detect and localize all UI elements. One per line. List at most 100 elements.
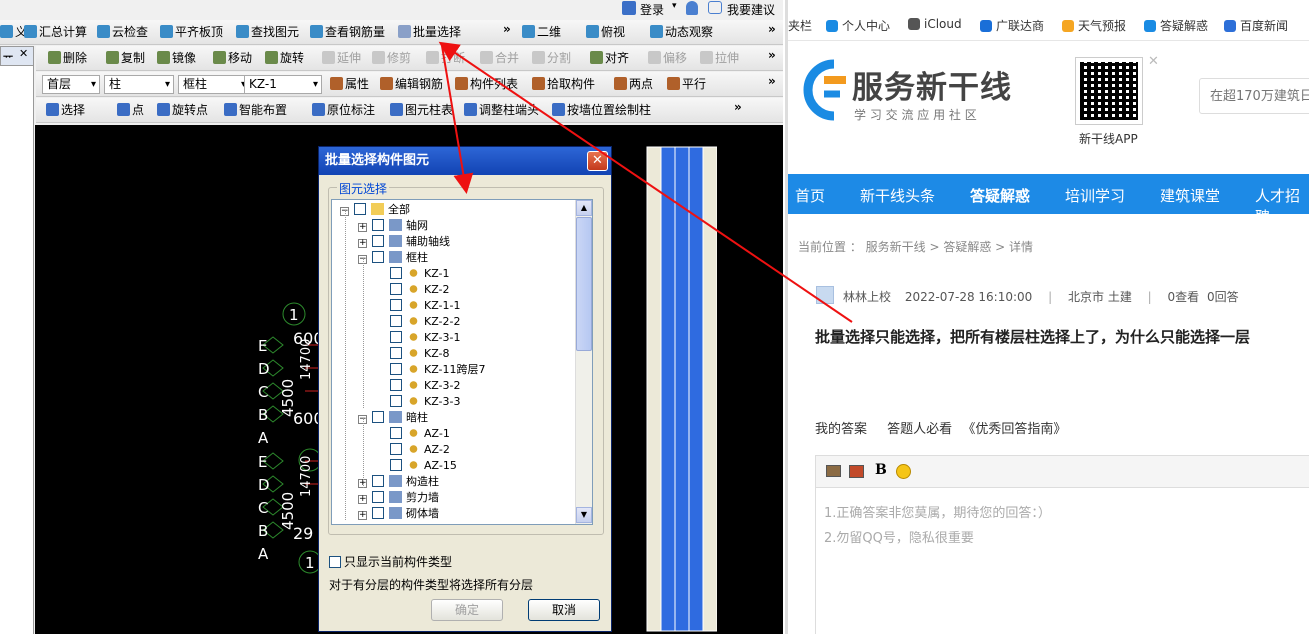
close-icon[interactable]: ✕ bbox=[1148, 54, 1159, 69]
overflow-chevron-icon[interactable]: » bbox=[768, 74, 776, 88]
tree-checkbox[interactable] bbox=[390, 299, 402, 311]
draw-button-4[interactable]: 原位标注 bbox=[312, 102, 375, 119]
dialog-close-button[interactable]: ✕ bbox=[587, 151, 608, 171]
edit-button-6[interactable]: 修剪 bbox=[372, 50, 411, 67]
app-label[interactable]: 新干线APP bbox=[1079, 130, 1138, 147]
tree-checkbox[interactable] bbox=[372, 507, 384, 519]
tree-item[interactable]: + 轴网 bbox=[358, 218, 428, 234]
bookmark-item[interactable]: 个人中心 bbox=[826, 17, 890, 34]
tree-item[interactable]: + 构造柱 bbox=[358, 474, 439, 490]
login-link[interactable]: 登录 bbox=[640, 1, 664, 18]
only-current-checkbox[interactable] bbox=[329, 556, 341, 568]
chevron-down-icon[interactable]: ▾ bbox=[672, 1, 677, 11]
edit-button-12[interactable]: 拉伸 bbox=[700, 50, 739, 67]
element-button-3[interactable]: 拾取构件 bbox=[532, 76, 595, 93]
tree-checkbox[interactable] bbox=[390, 315, 402, 327]
toolbar-button-1[interactable]: 汇总计算 bbox=[24, 24, 87, 41]
tree-item[interactable]: − 全部 bbox=[340, 202, 410, 218]
bell-icon[interactable] bbox=[686, 1, 698, 15]
search-input[interactable] bbox=[1199, 78, 1309, 114]
draw-button-0[interactable]: 选择 bbox=[46, 102, 85, 119]
toolbar-button-4[interactable]: 查找图元 bbox=[236, 24, 299, 41]
bookmark-item[interactable]: 天气预报 bbox=[1062, 17, 1126, 34]
scroll-thumb[interactable] bbox=[576, 217, 592, 351]
edit-button-0[interactable]: 删除 bbox=[48, 50, 87, 67]
edit-button-7[interactable]: 打断 bbox=[426, 50, 465, 67]
only-current-option[interactable]: 只显示当前构件类型 bbox=[329, 553, 452, 570]
element-button-2[interactable]: 构件列表 bbox=[455, 76, 518, 93]
nav-item[interactable]: 新干线头条 bbox=[860, 185, 935, 206]
edit-button-1[interactable]: 复制 bbox=[106, 50, 145, 67]
scroll-up-button[interactable]: ▲ bbox=[576, 200, 592, 216]
tree-checkbox[interactable] bbox=[390, 395, 402, 407]
draw-button-5[interactable]: 图元柱表 bbox=[390, 102, 453, 119]
tree-checkbox[interactable] bbox=[390, 443, 402, 455]
tree-checkbox[interactable] bbox=[390, 379, 402, 391]
edit-button-9[interactable]: 分割 bbox=[532, 50, 571, 67]
bookmark-item[interactable]: 答疑解惑 bbox=[1144, 17, 1208, 34]
tree-item[interactable]: − 暗柱 bbox=[358, 410, 428, 426]
tree-item[interactable]: − 框柱 bbox=[358, 250, 428, 266]
floor-combo[interactable]: 首层 bbox=[42, 75, 100, 94]
tree-checkbox[interactable] bbox=[390, 283, 402, 295]
tree-item[interactable]: KZ-2 bbox=[376, 282, 450, 298]
suggest-link[interactable]: 我要建议 bbox=[727, 1, 775, 18]
image-icon[interactable] bbox=[826, 465, 841, 477]
upload-image-icon[interactable] bbox=[849, 465, 864, 478]
tree-checkbox[interactable] bbox=[372, 251, 384, 263]
tree-item[interactable]: AZ-2 bbox=[376, 442, 450, 458]
overflow-chevron-icon[interactable]: » bbox=[768, 48, 776, 62]
tree-checkbox[interactable] bbox=[354, 203, 366, 215]
draw-button-1[interactable]: 点 bbox=[117, 102, 144, 119]
tree-item[interactable]: KZ-8 bbox=[376, 346, 450, 362]
bookmark-item[interactable]: iCloud bbox=[908, 17, 962, 31]
toolbar-button-7[interactable]: 二维 bbox=[522, 24, 561, 41]
draw-button-3[interactable]: 智能布置 bbox=[224, 102, 287, 119]
overflow-chevron-icon[interactable]: » bbox=[768, 22, 776, 36]
expand-icon[interactable]: + bbox=[358, 495, 367, 504]
bookmark-item[interactable]: 广联达商 bbox=[980, 17, 1044, 34]
expand-icon[interactable]: + bbox=[358, 511, 367, 520]
nav-item[interactable]: 建筑课堂 bbox=[1160, 185, 1220, 206]
tree-checkbox[interactable] bbox=[390, 427, 402, 439]
overflow-chevron-icon[interactable]: » bbox=[503, 22, 511, 36]
toolbar-button-0[interactable]: 义 bbox=[0, 24, 27, 41]
tree-item[interactable]: KZ-3-1 bbox=[376, 330, 461, 346]
draw-button-6[interactable]: 调整柱端头 bbox=[464, 102, 539, 119]
tree-item[interactable]: KZ-1 bbox=[376, 266, 450, 282]
tree-checkbox[interactable] bbox=[372, 411, 384, 423]
tree-item[interactable]: KZ-3-2 bbox=[376, 378, 461, 394]
draw-button-7[interactable]: 按墙位置绘制柱 bbox=[552, 102, 651, 119]
edit-button-4[interactable]: 旋转 bbox=[265, 50, 304, 67]
avatar[interactable] bbox=[816, 286, 834, 304]
emoji-icon[interactable] bbox=[896, 464, 911, 479]
answer-hint-1[interactable]: 1.正确答案非您莫属，期待您的回答：） bbox=[824, 502, 1051, 521]
subtype-combo[interactable]: 框柱 bbox=[178, 75, 250, 94]
type-combo[interactable]: 柱 bbox=[104, 75, 174, 94]
toolbar-button-9[interactable]: 动态观察 bbox=[650, 24, 713, 41]
edit-button-2[interactable]: 镜像 bbox=[157, 50, 196, 67]
tree-checkbox[interactable] bbox=[390, 459, 402, 471]
tree-checkbox[interactable] bbox=[390, 331, 402, 343]
tree-item[interactable]: AZ-1 bbox=[376, 426, 450, 442]
edit-button-10[interactable]: 对齐 bbox=[590, 50, 629, 67]
toolbar-button-5[interactable]: 查看钢筋量 bbox=[310, 24, 385, 41]
close-icon[interactable]: ✕ bbox=[19, 47, 28, 60]
tree-checkbox[interactable] bbox=[372, 475, 384, 487]
overflow-chevron-icon[interactable]: » bbox=[734, 100, 742, 114]
guide-link[interactable]: 《优秀回答指南》 bbox=[962, 422, 1066, 437]
tree-item[interactable]: KZ-11跨层7 bbox=[376, 362, 486, 378]
bookmark-item[interactable]: 夹栏 bbox=[788, 17, 812, 34]
toolbar-button-8[interactable]: 俯视 bbox=[586, 24, 625, 41]
element-combo[interactable]: KZ-1 bbox=[244, 75, 322, 94]
tree-item[interactable]: + 辅助轴线 bbox=[358, 234, 450, 250]
tree-item[interactable]: AZ-15 bbox=[376, 458, 457, 474]
nav-item[interactable]: 答疑解惑 bbox=[970, 185, 1030, 206]
tree-checkbox[interactable] bbox=[390, 363, 402, 375]
element-button-5[interactable]: 平行 bbox=[667, 76, 706, 93]
nav-item[interactable]: 培训学习 bbox=[1065, 185, 1125, 206]
toolbar-button-2[interactable]: 云检查 bbox=[97, 24, 148, 41]
scroll-down-button[interactable]: ▼ bbox=[576, 507, 592, 523]
tree-checkbox[interactable] bbox=[372, 219, 384, 231]
cancel-button[interactable]: 取消 bbox=[528, 599, 600, 621]
